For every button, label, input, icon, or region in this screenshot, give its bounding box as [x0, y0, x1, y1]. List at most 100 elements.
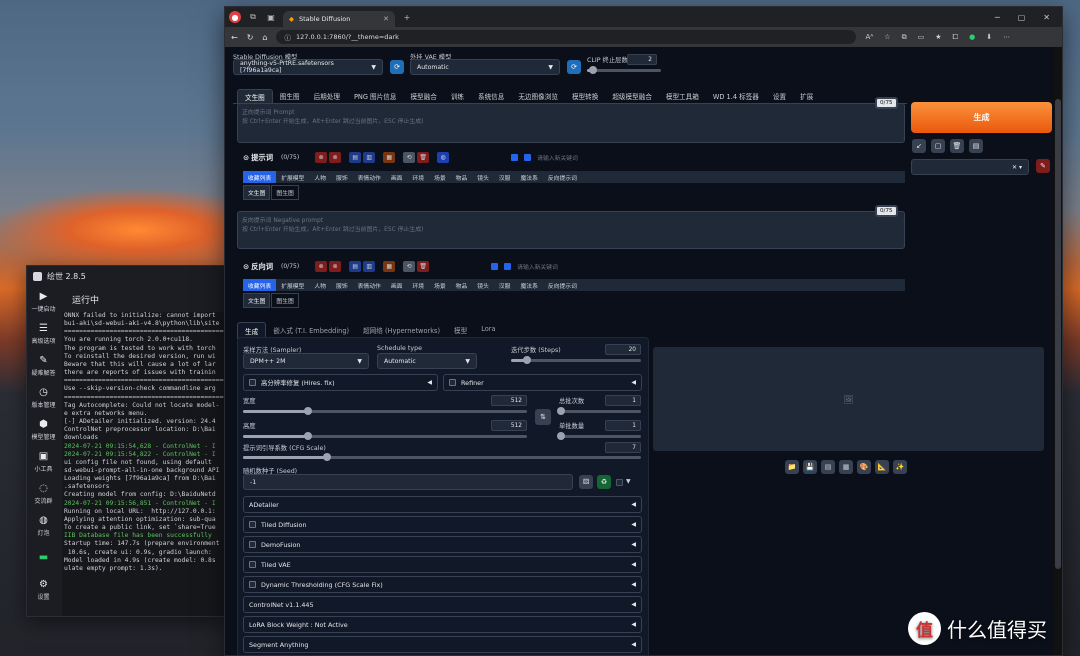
batch-count-input[interactable]: 1	[605, 395, 641, 406]
tab-2[interactable]: 后期处理	[307, 89, 347, 103]
tag-category[interactable]: 扩展模型	[276, 279, 309, 291]
batch-size-slider[interactable]	[556, 432, 641, 440]
accordion-checkbox[interactable]	[249, 521, 256, 528]
tab-3[interactable]: PNG 图片信息	[347, 89, 404, 103]
recycle-icon[interactable]: ♻	[597, 475, 611, 489]
cfg-input[interactable]: 7	[605, 442, 641, 453]
clip-slider-knob[interactable]	[588, 66, 597, 74]
import-icon[interactable]: ▤	[349, 152, 362, 163]
tag-category[interactable]: 场景	[429, 171, 451, 183]
close-window-icon[interactable]: ✕	[1043, 13, 1050, 22]
workspaces-icon[interactable]: ⧉	[247, 11, 259, 23]
history-icon[interactable]: ⟲	[403, 152, 416, 163]
home-icon[interactable]: ⌂	[262, 33, 267, 42]
style-select[interactable]: ✕ ▾	[911, 159, 1029, 175]
tag-category[interactable]: 镜头	[472, 171, 494, 183]
tag-category[interactable]: 人物	[309, 171, 331, 183]
accordion[interactable]: DemoFusion ◀	[243, 536, 642, 553]
sidebar-item[interactable]: ☰ 高级选项	[27, 318, 60, 350]
read-params-icon[interactable]: ↙	[912, 139, 926, 153]
accordion[interactable]: LoRA Block Weight : Not Active ◀	[243, 616, 642, 633]
export-icon[interactable]: ▥	[363, 261, 376, 272]
tab-13[interactable]: 扩展	[793, 89, 820, 103]
collapse-chevron-icon[interactable]: ⊙	[243, 262, 249, 271]
browser-tab[interactable]: ◆ Stable Diffusion ✕	[283, 11, 395, 27]
batch-count-knob[interactable]	[556, 407, 565, 415]
batch-size-input[interactable]: 1	[605, 420, 641, 431]
address-bar[interactable]: ⓘ 127.0.0.1:7860/?__theme=dark	[276, 30, 857, 44]
tag-category[interactable]: 环境	[407, 279, 429, 291]
steps-input[interactable]: 20	[605, 344, 641, 355]
tag-category[interactable]: 画面	[386, 279, 408, 291]
tag-subtab[interactable]: 图生图	[271, 293, 299, 308]
collapse-chevron-icon[interactable]: ⊙	[243, 153, 249, 162]
vae-select[interactable]: Automatic ▼	[410, 59, 560, 75]
tag-category[interactable]: 人物	[309, 279, 331, 291]
tab-5[interactable]: 训练	[444, 89, 471, 103]
steps-slider-knob[interactable]	[522, 356, 531, 364]
favorite-star-icon[interactable]: ☆	[884, 33, 890, 42]
accordion-checkbox[interactable]	[249, 581, 256, 588]
tab-10[interactable]: 模型工具箱	[659, 89, 706, 103]
sidebar-item[interactable]: ◍ 灯泡	[27, 510, 60, 542]
sidebar-item[interactable]: ◷ 版本管理	[27, 382, 60, 414]
refiner-accordion[interactable]: Refiner ◀	[443, 374, 642, 391]
keyword-checkbox[interactable]	[504, 263, 512, 270]
trash-icon[interactable]: 🗑	[950, 139, 964, 153]
tag-category[interactable]: 镜头	[472, 279, 494, 291]
refiner-checkbox[interactable]	[449, 379, 456, 386]
tag-category[interactable]: 扩展模型	[276, 171, 309, 183]
grid-icon[interactable]: ▦	[383, 152, 396, 163]
tag-subtab[interactable]: 图生图	[271, 185, 299, 200]
history-icon[interactable]: ⟲	[403, 261, 416, 272]
tag-category[interactable]: 汉服	[494, 171, 516, 183]
width-input[interactable]: 512	[491, 395, 527, 406]
schedule-select[interactable]: Automatic ▼	[377, 353, 477, 369]
negative-prompt-input[interactable]: 反向提示词 Negative prompt 按 Ctrl+Enter 开始生成，…	[237, 211, 905, 249]
clip-slider[interactable]	[587, 66, 661, 74]
tag-category[interactable]: 反向提示词	[543, 171, 582, 183]
extra-seed-checkbox[interactable]	[616, 479, 623, 486]
split-icon[interactable]: ▭	[918, 33, 925, 42]
folder-icon[interactable]: 📁	[785, 460, 799, 474]
info-icon[interactable]: ⓘ	[284, 32, 291, 42]
globe-icon[interactable]: ◍	[437, 152, 450, 163]
keyword-input[interactable]: 请输入新关键词	[517, 262, 558, 271]
tab-9[interactable]: 超级模型融合	[605, 89, 659, 103]
tag-subtab[interactable]: 文生图	[243, 293, 271, 308]
sidebar-item[interactable]: ⬢ 模型管理	[27, 414, 60, 446]
close-tab-icon[interactable]: ✕	[383, 15, 389, 23]
shield-icon[interactable]: ●	[969, 33, 975, 42]
sidebar-item[interactable]: ⚙ 设置	[27, 574, 60, 606]
back-icon[interactable]: ←	[231, 33, 238, 42]
tab-11[interactable]: WD 1.4 标签器	[706, 89, 766, 103]
tag-category[interactable]: 收藏列表	[243, 279, 277, 291]
tag-category[interactable]: 服饰	[331, 279, 353, 291]
reload-icon[interactable]: ↻	[247, 33, 254, 42]
tab-12[interactable]: 设置	[766, 89, 793, 103]
accordion[interactable]: Dynamic Thresholding (CFG Scale Fix) ◀	[243, 576, 642, 593]
sidebar-item[interactable]: ◌ 交流群	[27, 478, 60, 510]
tab-7[interactable]: 无边图像浏览	[511, 89, 565, 103]
clear-icon[interactable]: ⊗	[329, 261, 342, 272]
trash-icon[interactable]: 🗑	[417, 261, 430, 272]
save-icon[interactable]: 💾	[803, 460, 817, 474]
height-slider[interactable]	[243, 432, 527, 440]
sampler-select[interactable]: DPM++ 2M ▼	[243, 353, 369, 369]
batch-size-knob[interactable]	[556, 432, 565, 440]
delete-icon[interactable]: ⊗	[315, 152, 328, 163]
sidebar-item[interactable]: ▶ 一键启动	[27, 286, 60, 318]
tag-category[interactable]: 场景	[429, 279, 451, 291]
accordion-checkbox[interactable]	[249, 541, 256, 548]
tag-category[interactable]: 表情动作	[353, 171, 386, 183]
keyword-checkbox[interactable]	[524, 154, 532, 161]
tag-category[interactable]: 收藏列表	[243, 171, 277, 183]
enable-checkbox[interactable]	[511, 154, 519, 161]
more-icon[interactable]: ⋯	[1003, 33, 1010, 42]
tab-0[interactable]: 文生图	[237, 89, 273, 103]
tag-category[interactable]: 魔法系	[515, 279, 542, 291]
height-input[interactable]: 512	[491, 420, 527, 431]
steps-slider[interactable]	[511, 356, 641, 364]
export-icon[interactable]: ▥	[363, 152, 376, 163]
read-aloud-icon[interactable]: Aᴬ	[865, 33, 873, 42]
